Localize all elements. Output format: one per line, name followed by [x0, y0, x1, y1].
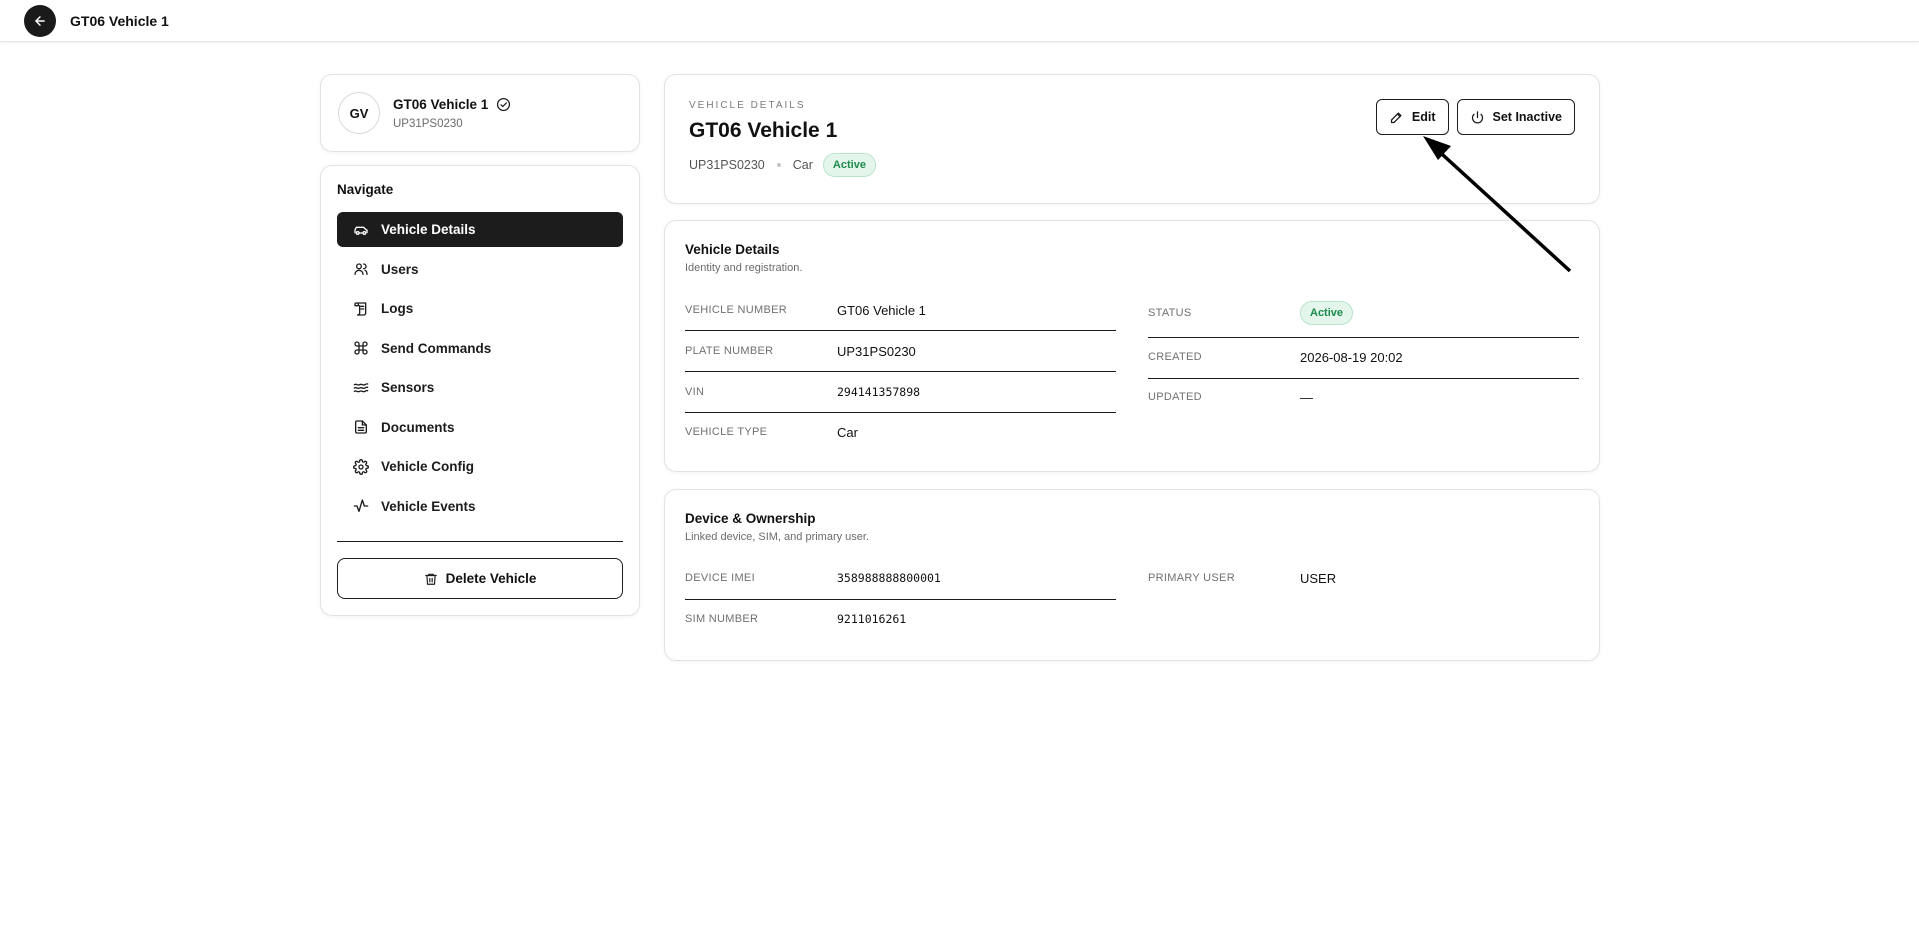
- back-button[interactable]: [24, 4, 56, 37]
- field-label: VEHICLE NUMBER: [685, 304, 787, 316]
- pencil-icon: [1390, 112, 1402, 123]
- sidebar-item-label: Vehicle Details: [381, 222, 476, 237]
- top-bar: GT06 Vehicle 1: [0, 0, 1919, 42]
- field-value: UP31PS0230: [837, 343, 916, 359]
- sidebar-item-users[interactable]: Users: [337, 252, 623, 287]
- sidebar-item-vehicle-details[interactable]: Vehicle Details: [337, 212, 623, 247]
- navigation-card: Navigate Vehicle Details Users Logs Send…: [320, 165, 640, 616]
- field-value: 9211016261: [837, 612, 907, 626]
- field-label: UPDATED: [1148, 391, 1202, 403]
- edit-button[interactable]: Edit: [1375, 99, 1449, 135]
- field-label: DEVICE IMEI: [685, 572, 755, 584]
- section-title: Vehicle Details: [685, 242, 780, 257]
- gear-icon: [353, 458, 369, 475]
- field-device-imei: DEVICE IMEI 358988888800001: [685, 558, 941, 598]
- delete-vehicle-button[interactable]: Delete Vehicle: [337, 558, 623, 599]
- field-label: SIM NUMBER: [685, 613, 759, 625]
- car-icon: [353, 222, 369, 238]
- trash-icon: [424, 573, 437, 585]
- field-label: PRIMARY USER: [1148, 572, 1235, 584]
- sidebar-item-label: Users: [381, 261, 419, 277]
- field-updated: UPDATED —: [1148, 377, 1313, 417]
- delete-vehicle-label: Delete Vehicle: [445, 571, 537, 586]
- sidebar-item-label: Sensors: [381, 380, 435, 395]
- sidebar-item-label: Logs: [381, 301, 414, 316]
- sidebar-item-label: Vehicle Events: [381, 498, 476, 514]
- sidebar-item-label: Vehicle Config: [381, 459, 475, 474]
- page-title: GT06 Vehicle 1: [70, 12, 169, 29]
- sidebar-item-sensors[interactable]: Sensors: [337, 370, 623, 405]
- field-label: VEHICLE TYPE: [685, 426, 768, 438]
- field-plate-number: PLATE NUMBER UP31PS0230: [685, 331, 916, 371]
- field-value: USER: [1300, 570, 1337, 586]
- field-value: 2026-08-19 20:02: [1300, 349, 1403, 365]
- sidebar-item-vehicle-events[interactable]: Vehicle Events: [337, 489, 623, 524]
- activity-icon: [353, 498, 369, 514]
- field-created: CREATED 2026-08-19 20:02: [1148, 337, 1403, 377]
- nav-divider: [337, 541, 623, 542]
- field-label: PLATE NUMBER: [685, 345, 774, 357]
- power-icon: [1471, 110, 1483, 123]
- avatar: GV: [338, 92, 380, 134]
- verified-check-icon: [497, 97, 511, 111]
- field-label: VIN: [685, 386, 705, 398]
- vehicle-header-card: VEHICLE DETAILS GT06 Vehicle 1 UP31PS023…: [664, 74, 1600, 204]
- vehicle-profile-card: GV GT06 Vehicle 1 UP31PS0230: [320, 74, 640, 152]
- waves-icon: [353, 380, 369, 396]
- section-subtitle: Linked device, SIM, and primary user.: [685, 531, 870, 543]
- section-subtitle: Identity and registration.: [685, 262, 803, 274]
- device-ownership-card: Device & Ownership Linked device, SIM, a…: [664, 489, 1600, 661]
- set-inactive-button[interactable]: Set Inactive: [1456, 99, 1575, 135]
- sidebar-item-documents[interactable]: Documents: [337, 410, 623, 445]
- field-label: STATUS: [1148, 307, 1192, 319]
- field-sim-number: SIM NUMBER 9211016261: [685, 599, 906, 639]
- field-value: GT06 Vehicle 1: [837, 302, 926, 318]
- field-vehicle-type: VEHICLE TYPE Car: [685, 412, 858, 452]
- field-value: Car: [837, 424, 858, 440]
- vehicle-type: Car: [792, 158, 813, 172]
- field-value: —: [1300, 389, 1313, 405]
- sidebar-item-label: Send Commands: [381, 340, 492, 356]
- sidebar-item-vehicle-config[interactable]: Vehicle Config: [337, 449, 623, 484]
- command-icon: [353, 340, 369, 356]
- edit-label: Edit: [1411, 110, 1436, 124]
- arrow-left-icon: [35, 15, 45, 26]
- set-inactive-label: Set Inactive: [1492, 110, 1562, 124]
- meta-separator: [776, 163, 781, 167]
- vehicle-meta-row: UP31PS0230 Car Active: [689, 153, 1575, 177]
- sidebar-item-label: Documents: [381, 419, 455, 435]
- field-value: 294141357898: [837, 385, 921, 399]
- field-value: 358988888800001: [837, 571, 941, 585]
- users-icon: [353, 261, 369, 277]
- field-label: CREATED: [1148, 351, 1202, 363]
- status-badge: Active: [822, 153, 876, 177]
- field-vehicle-number: VEHICLE NUMBER GT06 Vehicle 1: [685, 290, 926, 330]
- vehicle-plate: UP31PS0230: [689, 158, 765, 172]
- status-badge: Active: [1300, 301, 1354, 325]
- section-title: Device & Ownership: [685, 511, 816, 526]
- header-actions: Edit Set Inactive: [1375, 99, 1575, 135]
- scroll-icon: [353, 301, 369, 317]
- profile-name: GT06 Vehicle 1: [393, 96, 489, 112]
- vehicle-details-card: Vehicle Details Identity and registratio…: [664, 220, 1600, 472]
- field-primary-user: PRIMARY USER USER: [1148, 558, 1336, 598]
- sidebar-item-send-commands[interactable]: Send Commands: [337, 331, 623, 366]
- field-status: STATUS Active: [1148, 293, 1354, 333]
- document-icon: [353, 419, 369, 435]
- sidebar-item-logs[interactable]: Logs: [337, 291, 623, 326]
- profile-plate: UP31PS0230: [393, 117, 463, 130]
- nav-heading: Navigate: [337, 182, 394, 197]
- profile-name-row: GT06 Vehicle 1: [393, 97, 511, 112]
- field-vin: VIN 294141357898: [685, 372, 920, 412]
